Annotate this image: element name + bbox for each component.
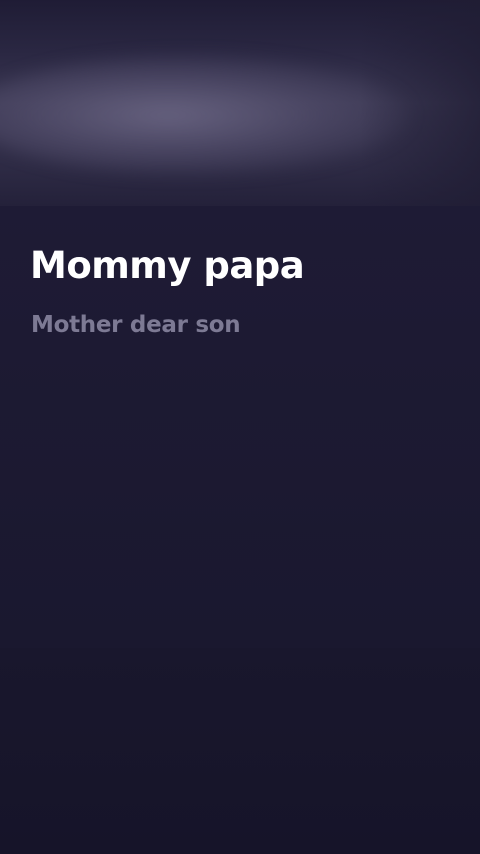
track-subtitle: Mother dear son [31, 312, 241, 338]
artwork-shade [360, 0, 480, 206]
cover-artwork [0, 0, 480, 206]
screen: Mommy papa Mother dear son [0, 0, 480, 854]
bottom-area [0, 648, 480, 854]
artwork-glow [0, 55, 410, 175]
track-title: Mommy papa [30, 244, 305, 287]
